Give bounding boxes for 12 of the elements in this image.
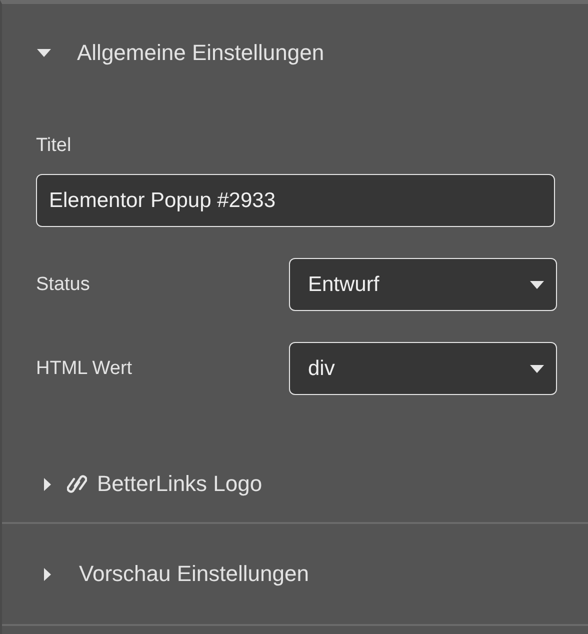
link-icon xyxy=(67,473,87,495)
section-header[interactable]: Vorschau Einstellungen xyxy=(79,561,309,587)
caret-down-icon xyxy=(530,280,544,288)
field-label: Status xyxy=(36,274,90,296)
dropdown[interactable]: Entwurf xyxy=(289,258,557,311)
text-field[interactable]: Elementor Popup #2933 xyxy=(36,174,555,227)
caret-down-icon xyxy=(530,364,544,372)
field-label: HTML Wert xyxy=(36,358,132,380)
field-label: Titel xyxy=(36,135,72,157)
section-header[interactable]: Allgemeine Einstellungen xyxy=(77,40,324,66)
section-header[interactable]: BetterLinks Logo xyxy=(97,471,262,497)
dropdown[interactable]: div xyxy=(289,342,557,395)
